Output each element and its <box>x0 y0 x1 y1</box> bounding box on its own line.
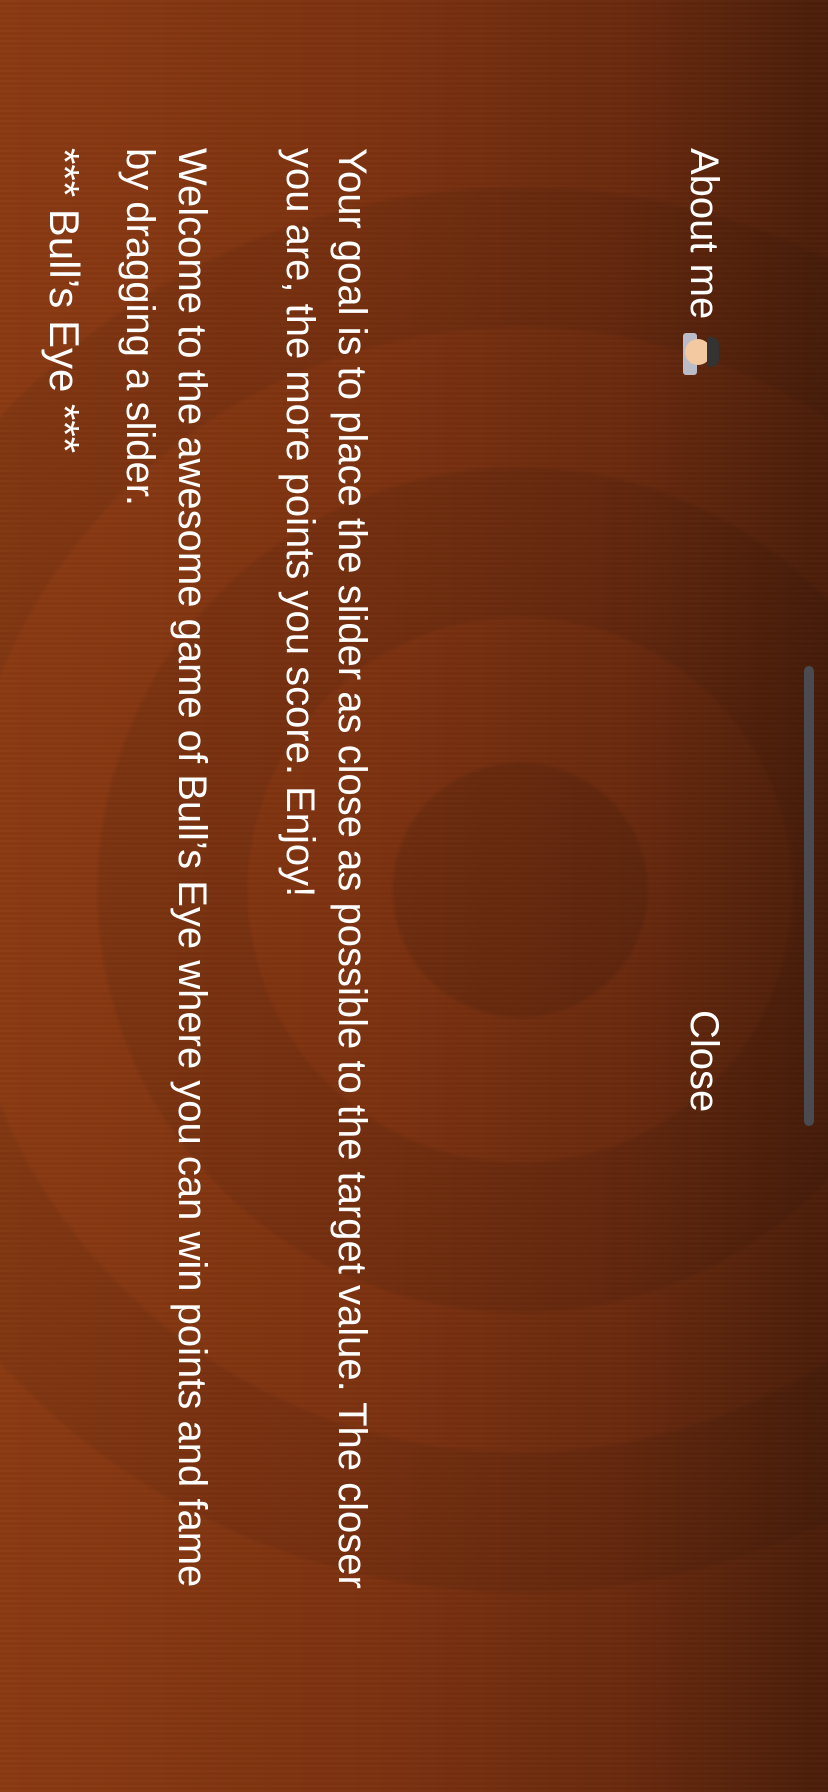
about-me-label: About me <box>682 148 726 320</box>
goal-paragraph: Your goal is to place the slider as clos… <box>278 148 374 1589</box>
about-screen: *** Bull’s Eye *** Welcome to the awesom… <box>0 0 828 1792</box>
landscape-content: *** Bull’s Eye *** Welcome to the awesom… <box>0 0 828 1792</box>
about-me-button[interactable]: About me <box>680 148 728 376</box>
technologist-emoji-icon <box>683 333 725 376</box>
close-button[interactable]: Close <box>680 1010 728 1112</box>
page-title: *** Bull’s Eye *** <box>41 148 88 454</box>
home-indicator[interactable] <box>804 666 814 1126</box>
welcome-paragraph: Welcome to the awesome game of Bull’s Ey… <box>118 148 214 1588</box>
